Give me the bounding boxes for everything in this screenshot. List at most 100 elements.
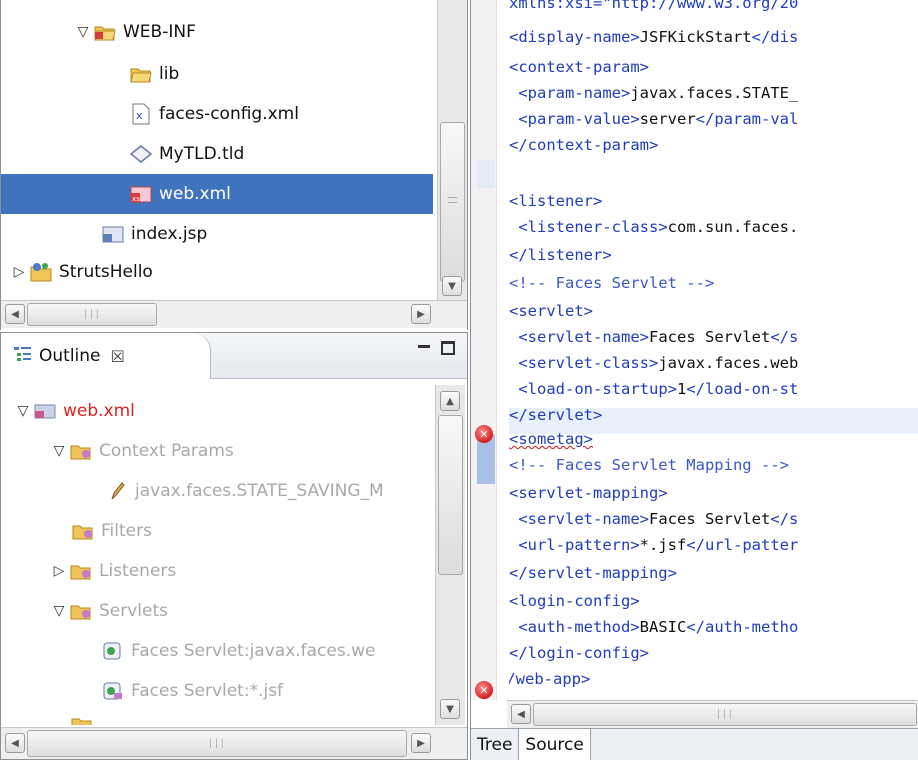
outline-item-servlets[interactable]: ▽ Servlets: [49, 591, 168, 631]
code-line: </servlet>: [509, 406, 603, 424]
explorer-hscroll-thumb[interactable]: │││: [27, 303, 157, 326]
scroll-left-icon[interactable]: ◀: [5, 733, 25, 753]
twisty-expanded-icon[interactable]: ▽: [13, 403, 33, 419]
scroll-down-icon[interactable]: ▼: [440, 699, 460, 719]
code-line: <servlet-name>Faces Servlet</s: [518, 510, 799, 528]
folder-icon: [129, 62, 153, 86]
outline-item-label: Listeners: [99, 561, 177, 581]
params-folder-icon: [69, 559, 93, 583]
params-folder-icon: [71, 519, 95, 543]
minimize-icon[interactable]: [417, 341, 431, 355]
scroll-right-icon[interactable]: ▶: [411, 304, 431, 324]
code-comment: <!-- Faces Servlet Mapping -->: [509, 456, 789, 474]
code-line: <login-config>: [509, 592, 640, 610]
outline-item-state-saving[interactable]: javax.faces.STATE_SAVING_M: [105, 471, 384, 511]
error-marker-icon[interactable]: ✕: [475, 681, 493, 699]
code-line: <servlet>: [509, 302, 593, 320]
outline-item-label: Context Params: [99, 441, 234, 461]
tree-item-label: MyTLD.tld: [159, 144, 245, 164]
tab-source[interactable]: Source: [518, 729, 591, 760]
svg-text:xs: xs: [132, 195, 140, 203]
code-line: <param-name>javax.faces.STATE_: [518, 84, 799, 102]
outline-item-label: Servlets: [99, 601, 169, 621]
tree-item-web-inf[interactable]: ▽ WEB-INF: [73, 12, 196, 52]
twisty-expanded-icon[interactable]: ▽: [73, 24, 93, 40]
xml-file-icon: x: [129, 102, 153, 126]
maximize-icon[interactable]: [441, 341, 455, 355]
outline-vscroll-thumb[interactable]: [438, 415, 463, 575]
folder-web-icon: [93, 20, 117, 44]
tab-tree[interactable]: Tree: [471, 729, 518, 760]
error-marker-icon[interactable]: ✕: [475, 425, 493, 443]
editor-hscroll-thumb[interactable]: │││: [533, 703, 917, 726]
outline-item-label: web.xml: [63, 401, 135, 421]
outline-view: Outline ☒ ▽ web.xml ▽ Context Params jav…: [0, 332, 468, 760]
tree-item-label: index.jsp: [131, 224, 208, 244]
twisty-collapsed-icon[interactable]: ▷: [9, 264, 29, 280]
jsp-file-icon: [101, 222, 125, 246]
tree-item-label: faces-config.xml: [159, 104, 299, 124]
tree-item-label: WEB-INF: [123, 22, 196, 42]
code-comment: <!-- Faces Servlet -->: [509, 274, 715, 292]
code-line: </listener>: [509, 246, 612, 264]
tree-item-lib[interactable]: lib: [129, 54, 179, 94]
code-line: <auth-method>BASIC</auth-metho: [518, 618, 799, 636]
outline-view-icon: [13, 345, 33, 368]
tree-item-mytld[interactable]: MyTLD.tld: [129, 134, 244, 174]
webxml-file-icon: xs: [129, 182, 153, 206]
code-line: <servlet-name>Faces Servlet</s: [518, 328, 799, 346]
tab-outline-label: Outline: [39, 346, 101, 366]
outline-horizontal-scrollbar[interactable]: ◀ │││ ▶: [1, 727, 467, 759]
svg-text:x: x: [136, 109, 143, 122]
outline-hscroll-thumb[interactable]: │││: [27, 730, 407, 757]
explorer-vertical-scrollbar[interactable]: ▼: [437, 0, 467, 300]
code-area[interactable]: xmlns:xsi="http://www.w3.org/20 <display…: [509, 0, 918, 700]
outline-item-faces-servlet[interactable]: Faces Servlet:javax.faces.we: [101, 631, 376, 671]
tree-item-web-xml[interactable]: xs web.xml: [1, 174, 433, 214]
tree-item-label: lib: [159, 64, 180, 84]
code-line: <param-value>server</param-val: [518, 110, 799, 128]
explorer-vscroll-thumb[interactable]: [440, 122, 465, 282]
tree-item-label: web.xml: [159, 184, 231, 204]
tree-item-index-jsp[interactable]: index.jsp: [101, 214, 207, 254]
code-line: </login-config>: [509, 644, 649, 662]
code-line: <url-pattern>*.jsf</url-patter: [518, 536, 799, 554]
pencil-icon: [105, 479, 129, 503]
tree-item-strutshello[interactable]: ▷ StrutsHello: [9, 252, 153, 292]
scroll-left-icon[interactable]: ◀: [511, 704, 531, 724]
outline-item-listeners[interactable]: ▷ Listeners: [49, 551, 177, 591]
outline-tabbar: Outline ☒: [1, 333, 467, 379]
editor-horizontal-scrollbar[interactable]: ◀ │││: [507, 700, 918, 728]
webxml-file-icon: [33, 399, 57, 423]
twisty-collapsed-icon[interactable]: ▷: [49, 563, 69, 579]
outline-item-faces-servlet-mapping[interactable]: Faces Servlet:*.jsf: [101, 671, 283, 711]
close-icon[interactable]: ☒: [111, 347, 125, 366]
outline-item-filters[interactable]: Filters: [71, 511, 152, 551]
code-line: xmlns:xsi="http://www.w3.org/20: [509, 0, 799, 12]
project-explorer: ▽ WEB-INF lib x faces-config.xml MyTLD.t…: [0, 0, 468, 330]
code-line: <servlet-mapping>: [509, 484, 668, 502]
project-icon: [29, 260, 53, 284]
code-line: <listener-class>com.sun.faces.: [518, 218, 799, 236]
explorer-horizontal-scrollbar[interactable]: ◀ │││ ▶: [1, 300, 467, 328]
view-controls: [417, 341, 455, 355]
twisty-expanded-icon[interactable]: ▽: [49, 443, 69, 459]
scroll-down-icon[interactable]: ▼: [442, 276, 462, 296]
code-line: <display-name>JSFKickStart</dis: [509, 28, 799, 46]
code-line: <servlet-class>javax.faces.web: [518, 354, 799, 372]
code-line: </context-param>: [509, 136, 659, 154]
twisty-expanded-icon[interactable]: ▽: [49, 603, 69, 619]
scroll-up-icon[interactable]: ▲: [440, 391, 460, 411]
outline-item-web-xml[interactable]: ▽ web.xml: [13, 391, 135, 431]
scroll-right-icon[interactable]: ▶: [411, 733, 431, 753]
xml-editor: ✕ ✕ xmlns:xsi="http://www.w3.org/20 <dis…: [470, 0, 918, 760]
servlet-mapping-icon: [101, 679, 125, 703]
code-line-error: <sometag>: [509, 430, 593, 448]
tree-item-faces-config[interactable]: x faces-config.xml: [129, 94, 299, 134]
outline-item-context-params[interactable]: ▽ Context Params: [49, 431, 234, 471]
outline-vertical-scrollbar[interactable]: ▲ ▼: [435, 385, 465, 725]
scroll-left-icon[interactable]: ◀: [5, 304, 25, 324]
code-line: </servlet-mapping>: [509, 564, 677, 582]
params-folder-icon: [69, 439, 93, 463]
tab-outline[interactable]: Outline ☒: [1, 333, 211, 379]
